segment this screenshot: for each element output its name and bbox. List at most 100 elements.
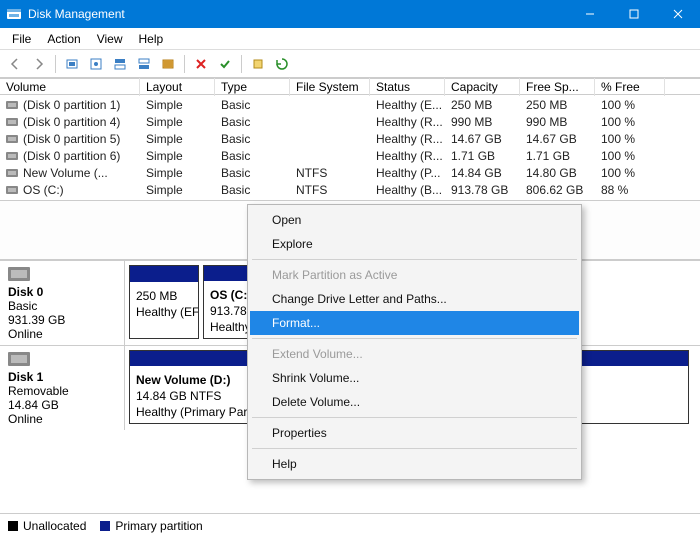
volume-layout: Simple	[140, 164, 215, 181]
volume-status: Healthy (R...	[370, 130, 445, 147]
forward-button[interactable]	[28, 53, 50, 75]
new-button[interactable]	[247, 53, 269, 75]
delete-button[interactable]	[190, 53, 212, 75]
volume-type: Basic	[215, 164, 290, 181]
volume-type: Basic	[215, 181, 290, 198]
legend-primary: Primary partition	[100, 519, 202, 533]
disk-kind: Basic	[8, 299, 37, 313]
volume-free: 1.71 GB	[520, 147, 595, 164]
col-volume[interactable]: Volume	[0, 78, 140, 96]
partition-color-bar	[130, 266, 198, 282]
volume-capacity: 14.67 GB	[445, 130, 520, 147]
check-button[interactable]	[214, 53, 236, 75]
rescan-button[interactable]	[271, 53, 293, 75]
table-row[interactable]: (Disk 0 partition 4)SimpleBasicHealthy (…	[0, 113, 700, 130]
volume-capacity: 1.71 GB	[445, 147, 520, 164]
volume-layout: Simple	[140, 181, 215, 198]
volume-free: 806.62 GB	[520, 181, 595, 198]
context-menu: Open Explore Mark Partition as Active Ch…	[247, 204, 582, 480]
volume-icon	[6, 152, 18, 160]
volume-fs: NTFS	[290, 181, 370, 198]
volume-layout: Simple	[140, 130, 215, 147]
disk-info: Disk 1Removable14.84 GBOnline	[0, 346, 125, 430]
ctx-help[interactable]: Help	[250, 452, 579, 476]
volume-name: (Disk 0 partition 6)	[23, 149, 120, 163]
table-row[interactable]: (Disk 0 partition 6)SimpleBasicHealthy (…	[0, 147, 700, 164]
volume-fs	[290, 113, 370, 130]
col-fs[interactable]: File System	[290, 78, 370, 96]
volume-type: Basic	[215, 130, 290, 147]
props-button[interactable]	[85, 53, 107, 75]
ctx-separator	[252, 338, 577, 339]
volume-name: OS (C:)	[23, 183, 64, 197]
volume-status: Healthy (B...	[370, 181, 445, 198]
partition[interactable]: 250 MBHealthy (EF	[129, 265, 199, 339]
col-capacity[interactable]: Capacity	[445, 78, 520, 96]
refresh-button[interactable]	[61, 53, 83, 75]
volume-fs: NTFS	[290, 164, 370, 181]
volume-status: Healthy (R...	[370, 147, 445, 164]
volume-table-header: Volume Layout Type File System Status Ca…	[0, 78, 700, 95]
volume-pct: 88 %	[595, 181, 665, 198]
table-row[interactable]: (Disk 0 partition 1)SimpleBasicHealthy (…	[0, 96, 700, 113]
ctx-separator	[252, 448, 577, 449]
table-row[interactable]: OS (C:) SimpleBasicNTFSHealthy (B...913.7…	[0, 181, 700, 198]
app-icon	[6, 6, 22, 22]
ctx-format[interactable]: Format...	[250, 311, 579, 335]
volume-name: New Volume (...	[23, 166, 108, 180]
volume-icon	[6, 101, 18, 109]
disk-info: Disk 0Basic931.39 GBOnline	[0, 261, 125, 345]
ctx-explore[interactable]: Explore	[250, 232, 579, 256]
disk-icon	[8, 352, 30, 366]
close-button[interactable]	[656, 0, 700, 28]
table-row[interactable]: (Disk 0 partition 5)SimpleBasicHealthy (…	[0, 130, 700, 147]
ctx-extend: Extend Volume...	[250, 342, 579, 366]
volume-icon	[6, 135, 18, 143]
menu-view[interactable]: View	[89, 30, 131, 48]
back-button[interactable]	[4, 53, 26, 75]
menu-file[interactable]: File	[4, 30, 39, 48]
ctx-open[interactable]: Open	[250, 208, 579, 232]
legend-unallocated: Unallocated	[8, 519, 86, 533]
maximize-button[interactable]	[612, 0, 656, 28]
menu-help[interactable]: Help	[131, 30, 172, 48]
volume-type: Basic	[215, 96, 290, 113]
ctx-properties[interactable]: Properties	[250, 421, 579, 445]
volume-capacity: 990 MB	[445, 113, 520, 130]
volume-free: 14.80 GB	[520, 164, 595, 181]
disk-size: 14.84 GB	[8, 398, 59, 412]
disk-icon	[8, 267, 30, 281]
menu-action[interactable]: Action	[39, 30, 88, 48]
volume-free: 14.67 GB	[520, 130, 595, 147]
settings-button[interactable]	[157, 53, 179, 75]
volume-icon	[6, 169, 18, 177]
ctx-mark-active: Mark Partition as Active	[250, 263, 579, 287]
table-row[interactable]: New Volume (...SimpleBasicNTFSHealthy (P…	[0, 164, 700, 181]
legend: Unallocated Primary partition	[0, 513, 700, 537]
toolbar-separator	[241, 55, 242, 73]
partition-status: Healthy (EF	[136, 305, 198, 319]
volume-layout: Simple	[140, 96, 215, 113]
col-free[interactable]: Free Sp...	[520, 78, 595, 96]
list-bottom-button[interactable]	[133, 53, 155, 75]
volume-capacity: 913.78 GB	[445, 181, 520, 198]
ctx-delete[interactable]: Delete Volume...	[250, 390, 579, 414]
volume-free: 250 MB	[520, 96, 595, 113]
col-pct[interactable]: % Free	[595, 78, 665, 96]
volume-pct: 100 %	[595, 130, 665, 147]
volume-fs	[290, 147, 370, 164]
ctx-separator	[252, 259, 577, 260]
list-top-button[interactable]	[109, 53, 131, 75]
volume-layout: Simple	[140, 113, 215, 130]
col-status[interactable]: Status	[370, 78, 445, 96]
ctx-shrink[interactable]: Shrink Volume...	[250, 366, 579, 390]
window-title: Disk Management	[28, 7, 568, 21]
volume-type: Basic	[215, 147, 290, 164]
ctx-change-letter[interactable]: Change Drive Letter and Paths...	[250, 287, 579, 311]
disk-state: Online	[8, 327, 43, 341]
col-type[interactable]: Type	[215, 78, 290, 96]
volume-icon	[6, 186, 18, 194]
col-layout[interactable]: Layout	[140, 78, 215, 96]
disk-label: Disk 1	[8, 370, 43, 384]
minimize-button[interactable]	[568, 0, 612, 28]
